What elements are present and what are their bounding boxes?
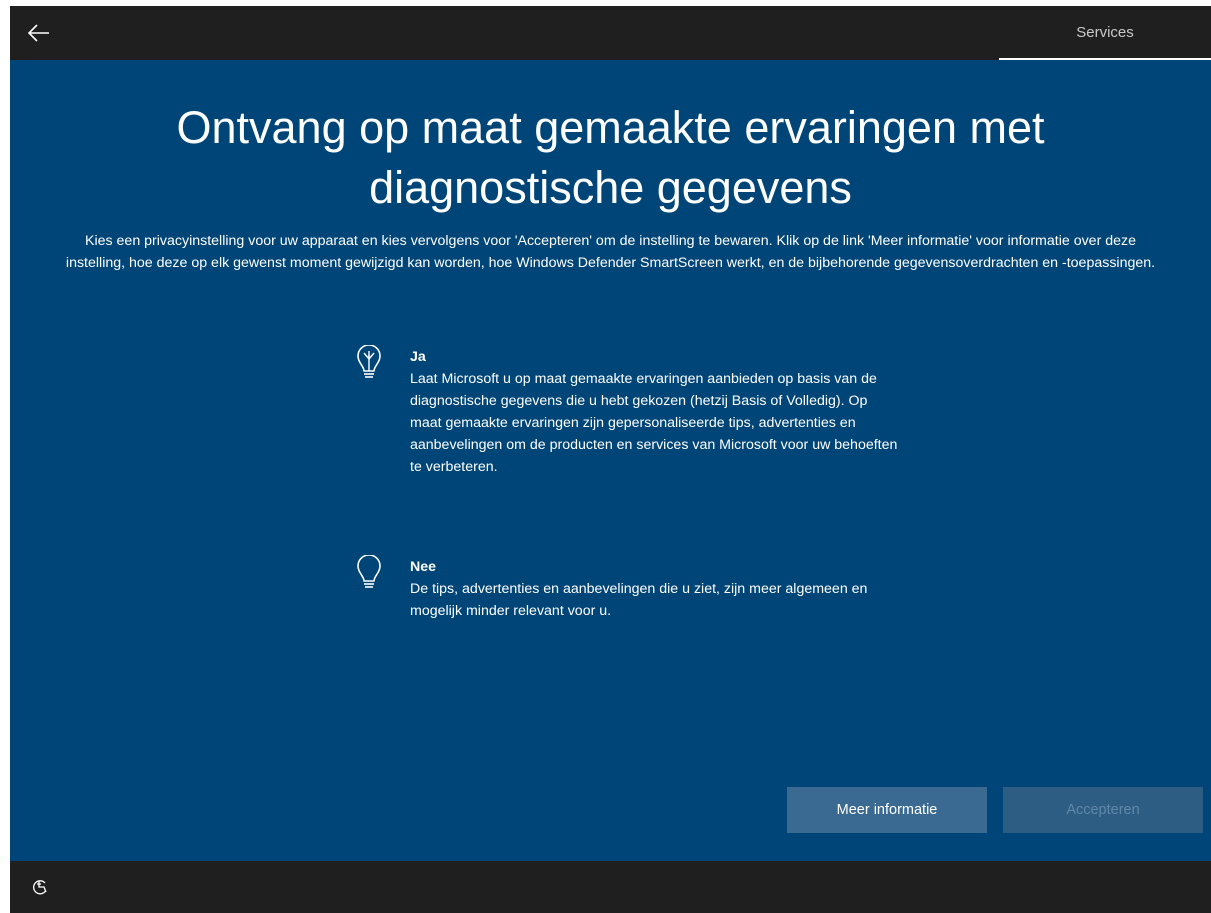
back-button[interactable] [24,18,54,48]
intro-text: Kies een privacyinstelling voor uw appar… [65,233,1156,271]
main-panel: Ontvang op maat gemaakte ervaringen met … [10,60,1211,861]
option-no-title: Nee [410,559,437,575]
accept-button[interactable]: Accepteren [1003,787,1203,833]
ease-of-access-button[interactable] [30,877,50,897]
page-title: Ontvang op maat gemaakte ervaringen met … [176,102,1045,213]
tab-services[interactable]: Services [999,6,1211,60]
top-bar: Services [10,6,1211,60]
option-yes-text: Ja Laat Microsoft u op maat gemaakte erv… [410,346,900,478]
option-no-text: Nee De tips, advertenties en aanbeveling… [410,556,900,622]
tab-services-label: Services [1076,24,1134,41]
option-yes-description: Laat Microsoft u op maat gemaakte ervari… [410,371,898,475]
lightbulb-on-icon [355,344,383,381]
option-yes-title: Ja [410,349,426,365]
bottom-bar [10,861,1211,913]
option-no-description: De tips, advertenties en aanbevelingen d… [410,581,868,619]
ease-of-access-icon [33,880,47,895]
lightbulb-off-icon [355,554,383,591]
oobe-window: Services Ontvang op maat gemaakte ervari… [10,6,1211,913]
arrow-left-icon [27,24,49,42]
more-info-button[interactable]: Meer informatie [787,787,987,833]
